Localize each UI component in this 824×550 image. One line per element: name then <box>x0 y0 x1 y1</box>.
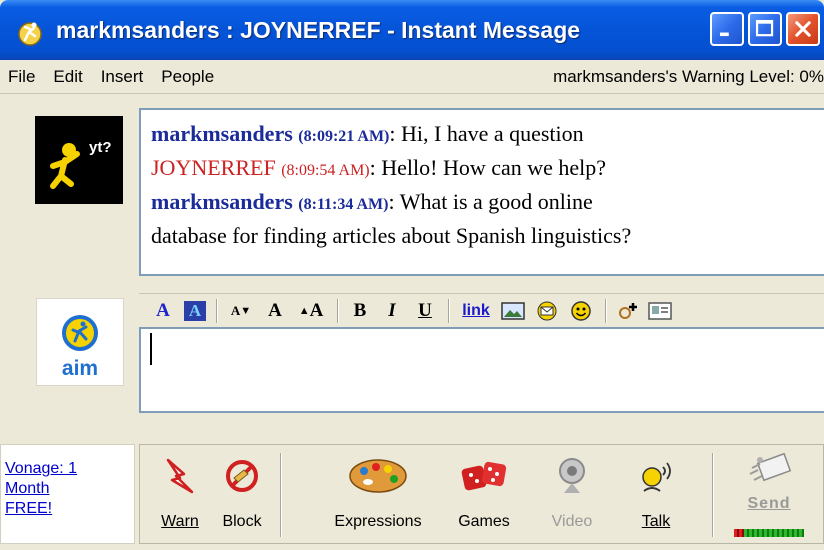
message-sender: markmsanders <box>151 189 293 214</box>
add-buddy-icon <box>619 302 637 319</box>
toolbar-separator <box>216 298 217 323</box>
format-toolbar: A A A ▼ A ▲ A B I U link <box>139 293 824 327</box>
aim-logo-text: aim <box>62 357 98 380</box>
warn-label: Warn <box>161 513 199 530</box>
message-line: markmsanders (8:09:21 AM): Hi, I have a … <box>151 118 816 152</box>
aim-logo[interactable]: aim <box>36 298 124 386</box>
warning-level: markmsanders's Warning Level: 0% <box>553 67 824 86</box>
message-text: : What is a good online <box>388 189 593 214</box>
buddy-info-button[interactable] <box>645 297 675 325</box>
expressions-button[interactable]: Expressions <box>328 445 428 545</box>
toolbar-divider <box>280 453 281 537</box>
aim-running-man-icon <box>14 14 46 46</box>
talk-label: Talk <box>641 513 671 530</box>
warn-button[interactable]: Warn <box>156 445 204 545</box>
insert-picture-button[interactable] <box>496 297 530 325</box>
normal-font-button[interactable]: A <box>258 297 292 325</box>
smiley-icon <box>571 300 591 321</box>
title-bar[interactable]: markmsanders : JOYNERREF - Instant Messa… <box>0 0 824 60</box>
message-line: database for finding articles about Span… <box>151 220 816 251</box>
insert-link-button[interactable]: link <box>456 297 496 325</box>
menu-file[interactable]: File <box>0 67 43 87</box>
window-title: markmsanders : JOYNERREF - Instant Messa… <box>56 16 581 43</box>
toolbar-divider <box>712 453 713 537</box>
background-color-icon: A <box>184 300 206 321</box>
info-card-icon <box>648 301 672 320</box>
send-label: Send <box>747 495 791 512</box>
games-button[interactable]: Games <box>452 445 516 545</box>
warning-meter <box>734 529 804 537</box>
text-caret <box>150 333 152 365</box>
toolbar-separator <box>448 298 449 323</box>
maximize-button[interactable] <box>748 12 782 46</box>
close-icon <box>795 21 811 37</box>
games-label: Games <box>458 513 510 530</box>
ad-line: Vonage: 1 <box>5 460 78 477</box>
message-timestamp: (8:11:34 AM) <box>298 196 389 213</box>
ad-link[interactable]: Vonage: 1 Month FREE! <box>5 460 77 517</box>
insert-email-button[interactable] <box>530 297 564 325</box>
menu-edit[interactable]: Edit <box>43 67 90 87</box>
toolbar-separator <box>605 298 606 323</box>
buddy-icon-text: yt? <box>89 139 112 156</box>
toolbar-separator <box>337 298 338 323</box>
message-sender: JOYNERREF <box>151 155 276 180</box>
larger-font-button[interactable]: ▲ A <box>292 297 330 325</box>
picture-icon <box>501 301 525 320</box>
talk-icon <box>642 462 671 492</box>
add-buddy-button[interactable] <box>613 297 645 325</box>
message-text: : Hello! How can we help? <box>369 155 607 180</box>
webcam-icon <box>559 458 585 493</box>
conversation-log[interactable]: markmsanders (8:09:21 AM): Hi, I have a … <box>139 108 824 276</box>
block-button[interactable]: Block <box>214 445 270 545</box>
block-icon <box>226 460 258 492</box>
italic-button[interactable]: I <box>375 297 409 325</box>
smaller-font-button[interactable]: A ▼ <box>224 297 258 325</box>
block-label: Block <box>222 513 262 530</box>
message-line: markmsanders (8:11:34 AM): What is a goo… <box>151 186 816 220</box>
message-text: database for finding articles about Span… <box>151 223 632 248</box>
buddy-icon[interactable]: yt? <box>35 116 123 204</box>
video-label: Video <box>551 513 593 530</box>
dice-icon <box>461 461 507 491</box>
message-timestamp: (8:09:54 AM) <box>281 162 370 179</box>
ad-line: Month <box>5 480 50 497</box>
minimize-button[interactable] <box>710 12 744 46</box>
email-icon <box>537 301 557 320</box>
message-timestamp: (8:09:21 AM) <box>298 128 390 145</box>
talk-button[interactable]: Talk <box>630 445 682 545</box>
text-color-button[interactable]: A <box>149 297 177 325</box>
insert-smiley-button[interactable] <box>564 297 598 325</box>
underline-button[interactable]: U <box>409 297 441 325</box>
menu-insert[interactable]: Insert <box>91 67 152 87</box>
expressions-label: Expressions <box>334 513 422 530</box>
ad-line: FREE! <box>5 500 53 517</box>
minimize-icon <box>719 32 729 37</box>
close-button[interactable] <box>786 12 820 46</box>
message-line: JOYNERREF (8:09:54 AM): Hello! How can w… <box>151 152 816 186</box>
message-input[interactable] <box>139 327 824 413</box>
arrow-down-icon: ▼ <box>240 304 252 317</box>
bold-button[interactable]: B <box>345 297 375 325</box>
send-envelope-icon <box>749 452 792 482</box>
action-toolbar: Warn Block Expressions Games Video Talk <box>139 444 824 544</box>
background-color-button[interactable]: A <box>181 297 209 325</box>
menu-people[interactable]: People <box>151 67 222 87</box>
arrow-up-icon: ▲ <box>298 304 310 317</box>
warn-lightning-icon <box>166 458 194 494</box>
ad-panel: Vonage: 1 Month FREE! <box>0 444 135 544</box>
message-text: : Hi, I have a question <box>389 121 584 146</box>
message-sender: markmsanders <box>151 121 293 146</box>
video-button[interactable]: Video <box>544 445 600 545</box>
menu-bar: File Edit Insert People markmsanders's W… <box>0 60 824 94</box>
palette-icon <box>349 459 407 493</box>
maximize-icon <box>755 19 774 37</box>
running-man-icon: yt? <box>50 139 112 189</box>
